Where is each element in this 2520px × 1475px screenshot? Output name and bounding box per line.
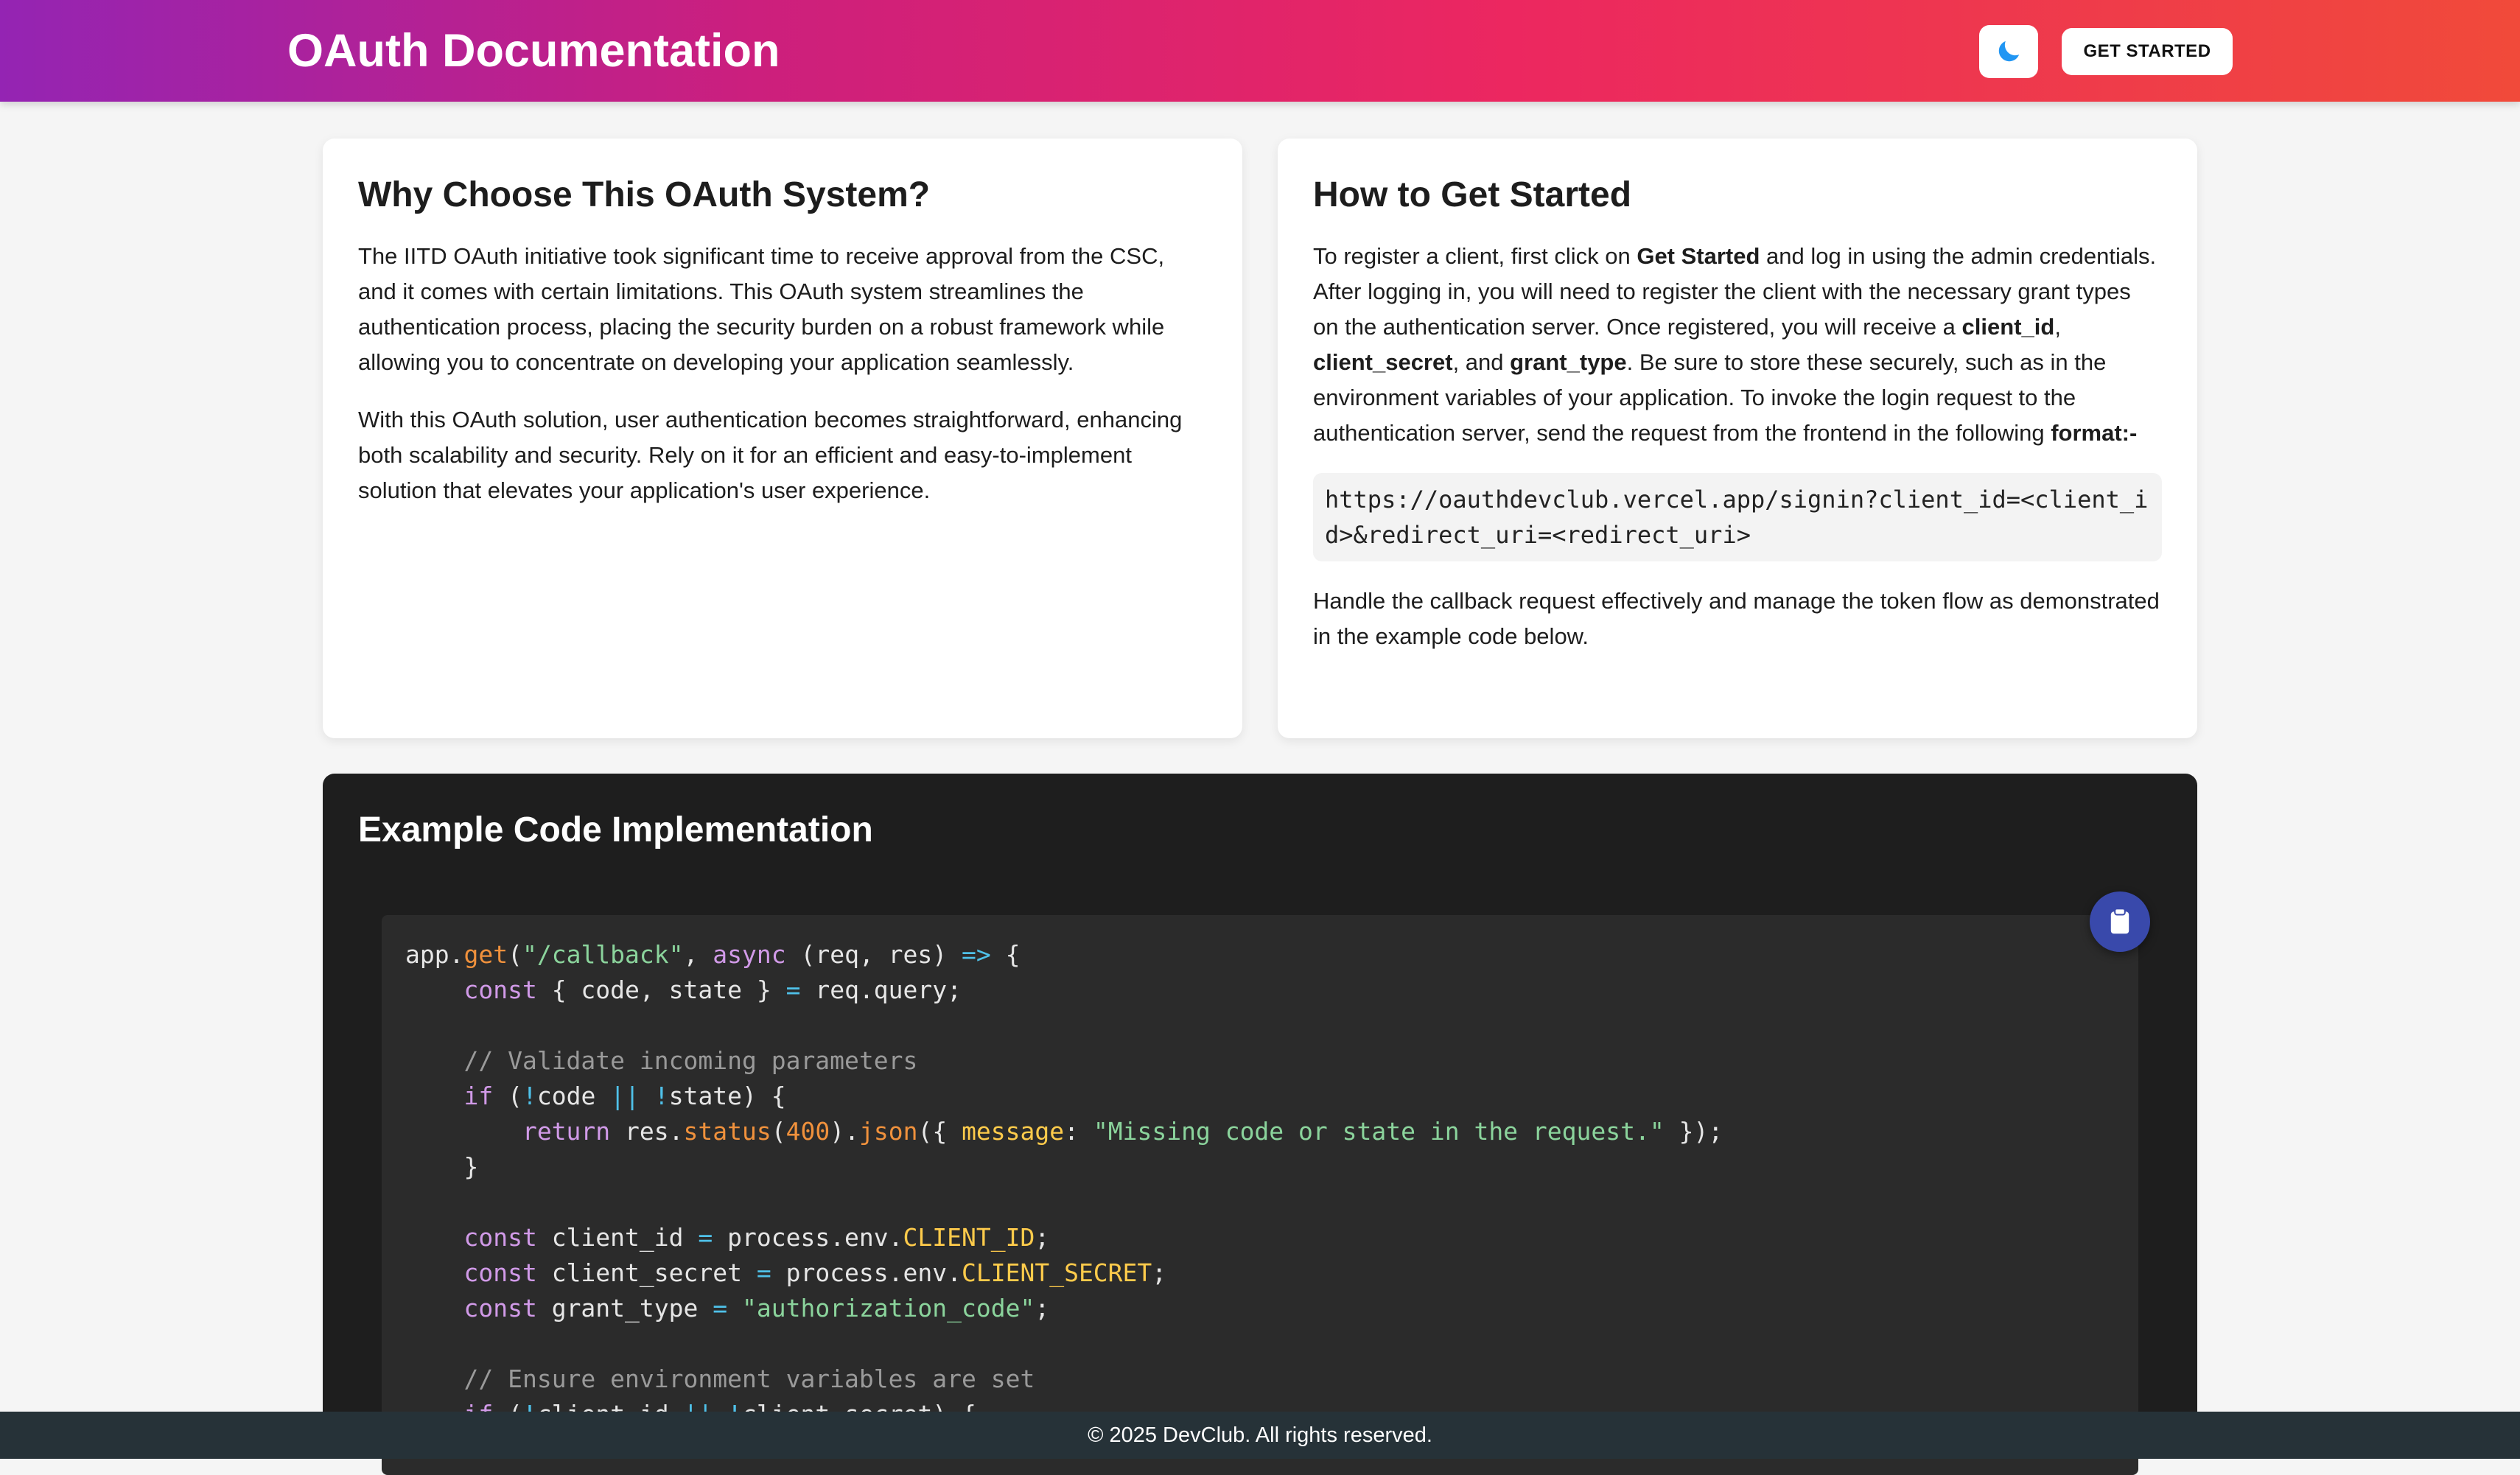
why-paragraph-2: With this OAuth solution, user authentic…: [358, 407, 1183, 503]
bold-get-started: Get Started: [1637, 243, 1760, 269]
theme-toggle-button[interactable]: [1979, 25, 2038, 78]
top-header: OAuth Documentation GET STARTED: [0, 0, 2520, 102]
page-title: OAuth Documentation: [287, 25, 780, 77]
how-to-start-card: How to Get Started To register a client,…: [1278, 139, 2197, 738]
why-choose-title: Why Choose This OAuth System?: [358, 175, 931, 214]
code-content: app.get("/callback", async (req, res) =>…: [405, 940, 1723, 1429]
text-fragment: ,: [2054, 314, 2061, 340]
why-paragraph-1: The IITD OAuth initiative took significa…: [358, 243, 1165, 375]
text-fragment: To register a client, first click on: [1313, 243, 1637, 269]
clipboard-icon: [2110, 908, 2129, 934]
how-paragraph-2: Handle the callback request effectively …: [1313, 588, 2160, 649]
moon-icon: [1998, 41, 2020, 62]
bold-client-id: client_id: [1961, 314, 2055, 340]
bold-format: format:-: [2051, 420, 2138, 446]
code-example-section: Example Code Implementation app.get("/ca…: [323, 774, 2197, 1475]
why-choose-card: Why Choose This OAuth System? The IITD O…: [323, 139, 1242, 738]
how-to-start-title: How to Get Started: [1313, 175, 1632, 214]
signin-url-code: https://oauthdevclub.vercel.app/signin?c…: [1313, 473, 2162, 561]
text-fragment: , and: [1452, 349, 1511, 375]
how-paragraph-1: To register a client, first click on Get…: [1313, 239, 2162, 451]
bold-client-secret: client_secret: [1313, 349, 1453, 375]
code-section-title: Example Code Implementation: [358, 810, 873, 849]
get-started-button[interactable]: GET STARTED: [2062, 28, 2233, 75]
footer: © 2025 DevClub. All rights reserved.: [0, 1412, 2520, 1459]
bold-grant-type: grant_type: [1510, 349, 1627, 375]
copyright-text: © 2025 DevClub. All rights reserved.: [1088, 1423, 1432, 1447]
code-block[interactable]: app.get("/callback", async (req, res) =>…: [382, 915, 2138, 1475]
copy-code-button[interactable]: [2090, 891, 2150, 952]
